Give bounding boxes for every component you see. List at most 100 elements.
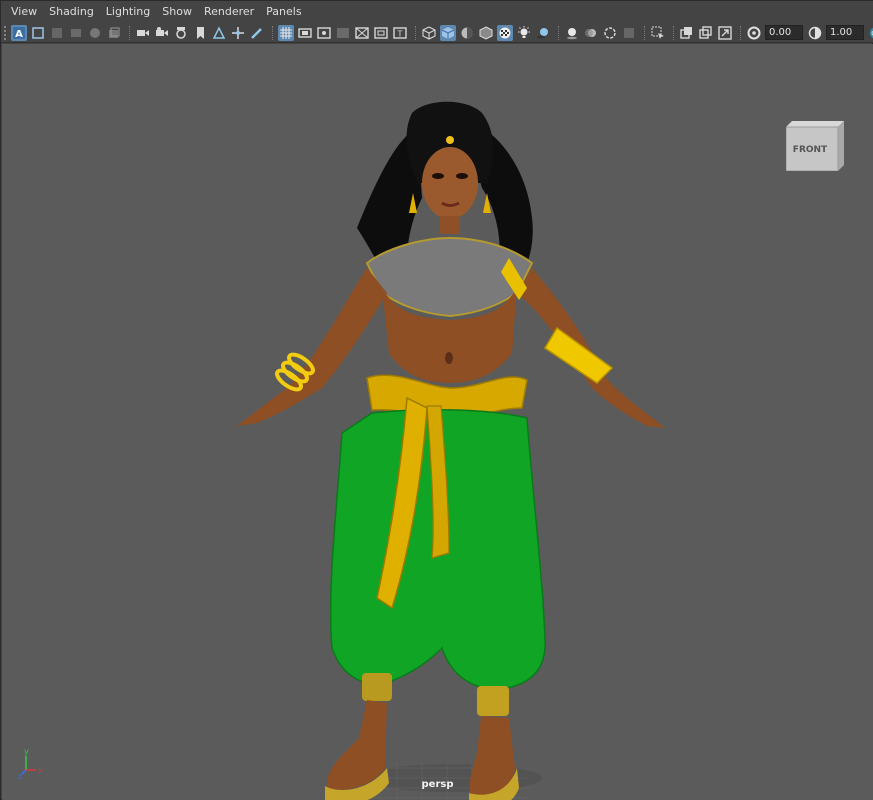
safe-title-button[interactable]: T (392, 25, 408, 41)
pencil-icon (251, 27, 262, 39)
isolate-select-icon (651, 26, 664, 39)
gate-mask-button[interactable] (335, 25, 351, 41)
camera-lock-icon (176, 26, 186, 39)
select-camera-button[interactable]: A (11, 24, 27, 41)
image-button[interactable] (211, 25, 227, 41)
svg-text:T: T (397, 29, 403, 38)
move-tool-button[interactable] (230, 25, 246, 41)
pan-zoom-icon (71, 28, 81, 37)
menu-shading[interactable]: Shading (43, 1, 100, 23)
frame-icon (32, 26, 44, 39)
character-model (237, 101, 665, 800)
sphere-icon (90, 27, 100, 38)
toolbar-separator (272, 25, 274, 40)
film-gate-button[interactable] (297, 25, 313, 41)
film-gate-icon (298, 27, 312, 38)
default-material-button[interactable] (459, 25, 475, 41)
depth-of-field-icon (624, 27, 634, 38)
xray-button[interactable] (497, 24, 513, 41)
pencil-button[interactable] (249, 25, 265, 41)
menu-show[interactable]: Show (156, 1, 198, 23)
lock-camera-button[interactable] (173, 25, 189, 41)
toolbar-separator (415, 25, 417, 40)
menu-lighting[interactable]: Lighting (100, 1, 156, 23)
gamma-field[interactable] (826, 25, 864, 40)
camera-name-label: persp (421, 779, 454, 790)
xray-joints-button[interactable] (679, 25, 695, 41)
resolution-gate-button[interactable] (316, 25, 332, 41)
toolbar-grip[interactable] (4, 25, 8, 40)
film-camera-button[interactable] (135, 25, 151, 41)
shaded-cube-icon (441, 26, 455, 39)
exposure-reset-button[interactable] (746, 25, 762, 41)
viewcube[interactable]: FRONT (786, 121, 844, 171)
resize-arrow-icon (718, 25, 732, 40)
toolbar-separator (129, 25, 131, 40)
screen-space-ao-button[interactable] (564, 25, 580, 41)
2d-pan-zoom-button[interactable] (68, 25, 84, 41)
wireframe-on-shaded-button[interactable] (478, 25, 494, 41)
use-all-lights-button[interactable] (516, 25, 532, 41)
isolate-select-button[interactable] (650, 25, 666, 41)
exposure-field[interactable] (765, 25, 803, 40)
3d-viewport[interactable]: FRONT y x z persp (2, 44, 873, 800)
stack-icon (109, 27, 120, 38)
depth-of-field-button[interactable] (621, 25, 637, 41)
motion-blur-icon (585, 28, 596, 37)
aperture-icon (747, 26, 761, 39)
toolbar-separator (644, 25, 646, 40)
ao-sphere-icon (567, 27, 577, 39)
xray-active-button[interactable] (698, 25, 714, 41)
camera-attributes-icon: A (13, 26, 25, 40)
paint-icon (212, 25, 226, 39)
toolbar-separator (558, 25, 560, 40)
bookmarks-button[interactable] (30, 25, 46, 41)
shadow-icon (537, 27, 548, 38)
move-arrows-icon (232, 26, 244, 39)
grease-pencil-button[interactable] (87, 25, 103, 41)
viewport-panel-window: View Shading Lighting Show Renderer Pane… (0, 0, 873, 800)
menu-panels[interactable]: Panels (260, 1, 307, 23)
layered-squares-icon (680, 26, 692, 39)
axis-x-label: x (38, 766, 43, 775)
safe-action-button[interactable] (373, 25, 389, 41)
menu-view[interactable]: View (5, 1, 43, 23)
bookmark-button[interactable] (192, 25, 208, 41)
video-camera-icon (137, 29, 149, 36)
shadows-button[interactable] (535, 25, 551, 41)
toolbar-separator (673, 25, 675, 40)
toolbar-separator (740, 25, 742, 40)
panel-toolbar: A T 0.00 1.00 (1, 23, 873, 43)
field-chart-button[interactable] (354, 25, 370, 41)
gamma-half-circle-icon (808, 26, 822, 39)
material-sphere-icon (461, 27, 473, 38)
color-management-button[interactable]: ON (868, 25, 873, 41)
resolution-gate-icon (317, 26, 331, 39)
safe-action-icon (374, 26, 388, 39)
field-chart-icon (355, 26, 369, 39)
bookmark-icon (197, 26, 204, 39)
anti-aliasing-button[interactable] (602, 25, 618, 41)
wireframe-button[interactable] (421, 25, 437, 41)
wire-on-shaded-icon (479, 25, 493, 40)
anti-aliasing-icon (604, 26, 616, 39)
wireframe-cube-icon (422, 25, 436, 40)
color-management-icon: ON (870, 27, 873, 38)
image-plane-button[interactable] (49, 25, 65, 41)
svg-text:A: A (15, 29, 23, 40)
camera-set-button[interactable] (106, 25, 122, 41)
light-bulb-icon (518, 25, 530, 38)
menu-renderer[interactable]: Renderer (198, 1, 260, 23)
viewcube-face-label: FRONT (793, 145, 828, 155)
overlap-squares-icon (699, 25, 712, 39)
panel-menubar: View Shading Lighting Show Renderer Pane… (1, 1, 873, 23)
checker-icon (499, 27, 511, 38)
motion-blur-button[interactable] (583, 25, 599, 41)
gamma-reset-button[interactable] (807, 25, 823, 41)
grid-toggle-button[interactable] (278, 24, 294, 41)
backface-culling-button[interactable] (717, 25, 733, 41)
grid-icon (280, 26, 292, 39)
camera-gate-icon (156, 26, 168, 36)
camera-gate-button[interactable] (154, 25, 170, 41)
smooth-shade-button[interactable] (440, 24, 456, 41)
